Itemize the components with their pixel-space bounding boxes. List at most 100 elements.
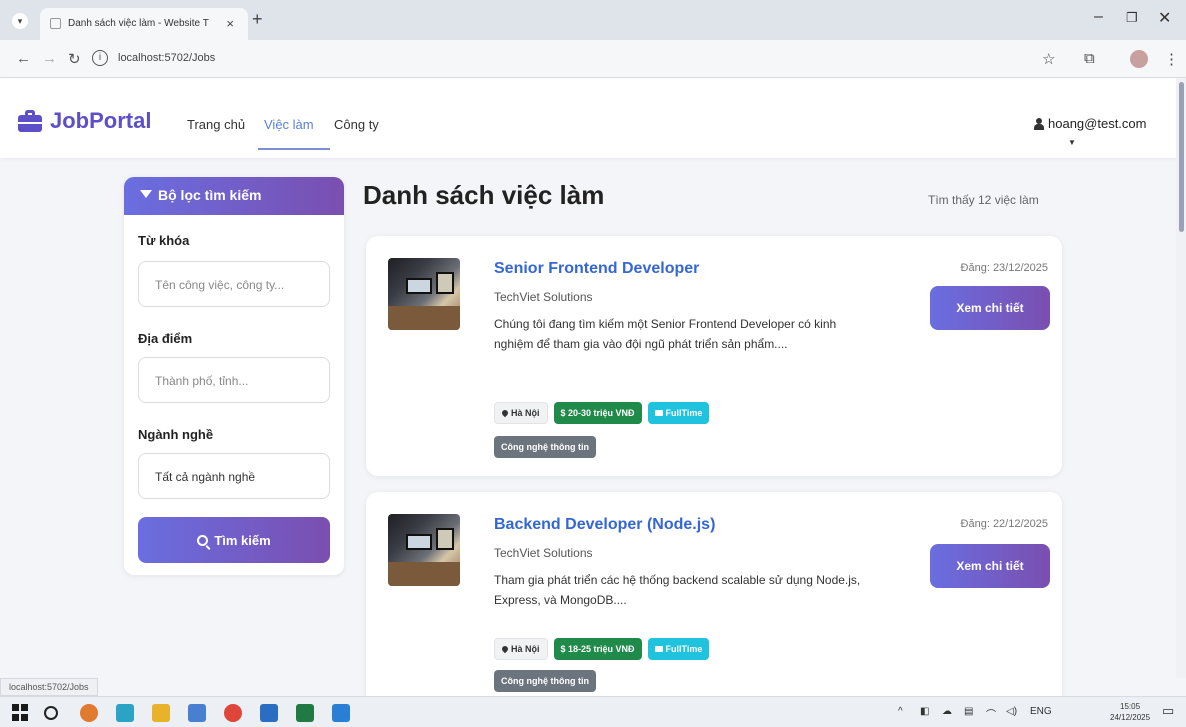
tray-chevron-icon[interactable]: ^ <box>898 706 903 717</box>
location-tag: Hà Nội <box>494 402 548 424</box>
tab-close-icon[interactable]: × <box>226 16 234 31</box>
vscode-icon[interactable] <box>332 704 350 722</box>
back-arrow-icon[interactable]: ← <box>16 50 31 67</box>
clock-date: 24/12/2025 <box>1110 713 1151 722</box>
browser-tabbar: ▾ Danh sách việc làm - Website T × + – ❐… <box>0 0 1186 40</box>
brand-logo[interactable]: JobPortal <box>18 108 151 134</box>
user-menu[interactable]: hoang@test.com <box>1034 116 1146 131</box>
active-nav-indicator <box>258 148 330 150</box>
job-type-tag: FullTime <box>647 402 710 424</box>
search-icon <box>197 534 209 546</box>
tray-icon-2[interactable]: ☁ <box>942 706 952 717</box>
job-description: Chúng tôi đang tìm kiếm một Senior Front… <box>494 317 837 351</box>
nav-companies-link[interactable]: Công ty <box>334 117 379 132</box>
bookmark-star-icon[interactable]: ☆ <box>1042 50 1055 68</box>
search-button-label: Tìm kiếm <box>214 532 271 548</box>
view-detail-button[interactable]: Xem chi tiết <box>930 286 1050 330</box>
nav-jobs-link[interactable]: Việc làm <box>264 117 314 132</box>
filter-icon <box>140 190 152 198</box>
briefcase-small-icon <box>654 646 663 652</box>
industry-tag: Công nghệ thông tin <box>494 670 596 692</box>
salary-tag: $ 18-25 triệu VNĐ <box>553 638 642 660</box>
language-indicator[interactable]: ENG <box>1030 706 1052 717</box>
status-url: localhost:5702/Jobs <box>0 678 98 696</box>
browser-menu-icon[interactable]: ⋮ <box>1164 50 1179 68</box>
minimize-icon[interactable]: – <box>1094 8 1103 26</box>
page-title: Danh sách việc làm <box>363 180 605 210</box>
job-tags: Hà Nội $ 20-30 triệu VNĐ FullTime <box>494 402 710 424</box>
location-tag: Hà Nội <box>494 638 548 660</box>
job-description: Tham gia phát triển các hệ thống backend… <box>494 573 861 607</box>
job-thumbnail <box>388 258 460 330</box>
clock-time: 15:05 <box>1120 702 1141 711</box>
windows-taskbar: ^ ◧ ☁ ▤ ⌒ ◁) ENG 15:05 24/12/2025 ▭ <box>0 696 1186 727</box>
notification-icon[interactable]: ▭ <box>1162 703 1174 719</box>
extensions-icon[interactable]: ⧉ <box>1084 50 1095 67</box>
search-taskbar-icon[interactable] <box>44 706 58 720</box>
job-title-link[interactable]: Backend Developer (Node.js) <box>494 516 715 534</box>
location-input[interactable]: Thành phố, tỉnh... <box>138 357 330 403</box>
tray-icon-1[interactable]: ◧ <box>920 706 929 717</box>
industry-tag: Công nghệ thông tin <box>494 436 596 458</box>
user-dropdown-caret-icon[interactable]: ▼ <box>1068 138 1076 147</box>
filter-header: Bộ lọc tìm kiếm <box>124 177 344 215</box>
store-icon[interactable] <box>188 704 206 722</box>
profile-avatar-icon[interactable] <box>1130 50 1148 68</box>
tab-search-icon[interactable]: ▾ <box>12 13 28 29</box>
keyword-input[interactable]: Tên công việc, công ty... <box>138 261 330 307</box>
job-company: TechViet Solutions <box>494 290 593 304</box>
brand-name: JobPortal <box>50 108 152 133</box>
reload-icon[interactable]: ↻ <box>68 50 81 68</box>
system-clock[interactable]: 15:05 24/12/2025 <box>1110 701 1150 723</box>
url-text: localhost:5702/Jobs <box>118 52 216 64</box>
app-navbar: JobPortal Trang chủ Việc làm Công ty hoa… <box>0 78 1186 158</box>
nav-home-link[interactable]: Trang chủ <box>187 117 245 132</box>
briefcase-small-icon <box>654 410 663 416</box>
app-icon-1[interactable] <box>80 704 98 722</box>
job-card: Senior Frontend Developer TechViet Solut… <box>366 236 1062 476</box>
forward-arrow-icon[interactable]: → <box>42 50 57 67</box>
job-posted-date: Đăng: 22/12/2025 <box>960 518 1048 530</box>
result-count: Tìm thấy 12 việc làm <box>928 193 1039 207</box>
salary-tag: $ 20-30 triệu VNĐ <box>553 402 642 424</box>
job-thumbnail <box>388 514 460 586</box>
industry-tags: Công nghệ thông tin <box>494 670 596 692</box>
filter-title: Bộ lọc tìm kiếm <box>158 187 262 203</box>
job-title-link[interactable]: Senior Frontend Developer <box>494 260 699 278</box>
location-label: Địa điểm <box>138 331 193 346</box>
industry-tags: Công nghệ thông tin <box>494 436 596 458</box>
search-button[interactable]: Tìm kiếm <box>138 517 330 563</box>
job-tags: Hà Nội $ 18-25 triệu VNĐ FullTime <box>494 638 710 660</box>
address-bar: ← → ↻ i localhost:5702/Jobs ☆ ⧉ ⋮ <box>0 40 1186 78</box>
new-tab-button[interactable]: + <box>252 9 263 30</box>
filter-panel: Bộ lọc tìm kiếm Từ khóa Tên công việc, c… <box>124 177 344 575</box>
app-icon-2[interactable] <box>260 704 278 722</box>
page-scrollbar-thumb[interactable] <box>1179 82 1184 232</box>
job-company: TechViet Solutions <box>494 546 593 560</box>
map-pin-icon <box>500 644 510 654</box>
briefcase-icon <box>18 110 44 132</box>
keyword-label: Từ khóa <box>138 233 190 248</box>
excel-icon[interactable] <box>296 704 314 722</box>
page-favicon-icon <box>50 18 61 29</box>
windows-start-icon[interactable] <box>12 704 30 722</box>
url-field[interactable]: i localhost:5702/Jobs <box>92 45 1072 73</box>
chrome-icon[interactable] <box>224 704 242 722</box>
file-explorer-icon[interactable] <box>152 704 170 722</box>
user-icon <box>1034 117 1044 130</box>
edge-icon[interactable] <box>116 704 134 722</box>
user-email: hoang@test.com <box>1048 116 1147 131</box>
close-window-icon[interactable]: ✕ <box>1158 8 1171 28</box>
browser-tab[interactable]: Danh sách việc làm - Website T × <box>40 8 248 40</box>
tab-title: Danh sách việc làm - Website T <box>68 18 209 29</box>
industry-select[interactable]: Tất cả ngành nghề <box>138 453 330 499</box>
volume-icon[interactable]: ◁) <box>1006 706 1017 717</box>
map-pin-icon <box>500 408 510 418</box>
job-card: Backend Developer (Node.js) TechViet Sol… <box>366 492 1062 712</box>
view-detail-button[interactable]: Xem chi tiết <box>930 544 1050 588</box>
network-icon[interactable]: ▤ <box>964 706 973 717</box>
wifi-icon[interactable]: ⌒ <box>986 706 996 721</box>
industry-label: Ngành nghề <box>138 427 214 442</box>
restore-icon[interactable]: ❐ <box>1126 10 1138 26</box>
site-info-icon[interactable]: i <box>92 50 108 66</box>
